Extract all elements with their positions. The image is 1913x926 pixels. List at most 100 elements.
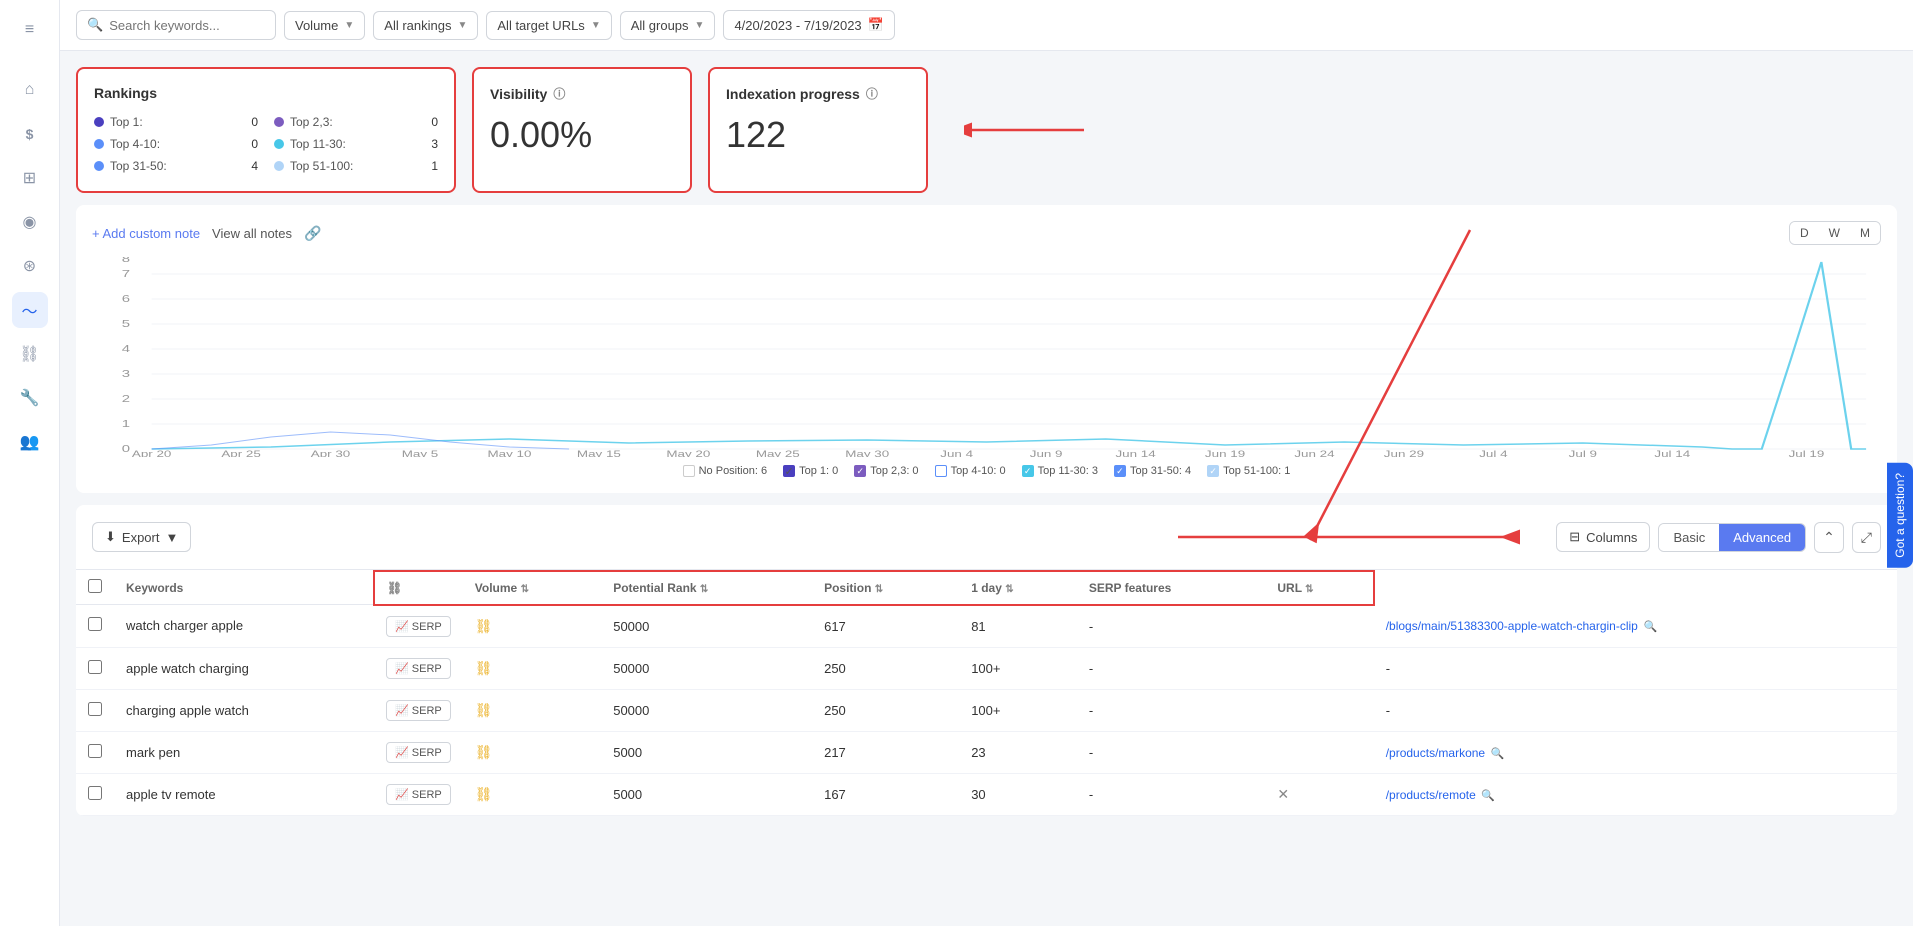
share-icon[interactable]: 🔗: [304, 225, 321, 242]
top3150-legend-box[interactable]: ✓: [1114, 465, 1126, 477]
legend-top3150[interactable]: ✓ Top 31-50: 4: [1114, 465, 1191, 477]
export-button[interactable]: ⬇ Export ▼: [92, 522, 191, 552]
search-icon[interactable]: 🔍: [1491, 748, 1505, 760]
keyword-text: charging apple watch: [126, 703, 249, 718]
urls-filter[interactable]: All target URLs ▼: [486, 11, 611, 40]
serp-button[interactable]: 📈 SERP: [386, 742, 451, 763]
select-all-header: [76, 571, 114, 605]
wrench-icon[interactable]: 🔧: [12, 380, 48, 416]
cross-icon: ✕: [1277, 786, 1289, 802]
top410-legend-label: Top 4-10: 0: [951, 465, 1006, 477]
keyword-cell: charging apple watch: [114, 689, 374, 731]
svg-text:May 15: May 15: [577, 450, 621, 457]
svg-text:5: 5: [122, 318, 130, 329]
visibility-info-icon[interactable]: ⓘ: [553, 85, 565, 102]
link-icon: ⛓: [475, 786, 493, 802]
svg-text:Jun 29: Jun 29: [1384, 450, 1424, 457]
url-link[interactable]: /blogs/main/51383300-apple-watch-chargin…: [1386, 619, 1638, 633]
fullscreen-button[interactable]: ⤢: [1852, 522, 1881, 553]
serp-button[interactable]: 📈 SERP: [386, 616, 451, 637]
users-icon[interactable]: 👥: [12, 424, 48, 460]
volume-filter[interactable]: Volume ▼: [284, 11, 365, 40]
row-checkbox[interactable]: [88, 744, 102, 758]
top1-legend-label: Top 1: 0: [799, 465, 838, 477]
top410-legend-box[interactable]: [935, 465, 947, 477]
position-cell: 30: [959, 773, 1077, 815]
wave-icon[interactable]: 〜: [12, 292, 48, 328]
search-input[interactable]: [109, 18, 265, 33]
select-all-checkbox[interactable]: [88, 579, 102, 593]
potential-rank-cell: 250: [812, 689, 959, 731]
collapse-button[interactable]: ⌃: [1814, 522, 1844, 553]
no-position-label: No Position: 6: [699, 465, 767, 477]
serp-button[interactable]: 📈 SERP: [386, 784, 451, 805]
indexation-title: Indexation progress ⓘ: [726, 85, 910, 102]
date-range-picker[interactable]: 4/20/2023 - 7/19/2023 📅: [723, 10, 894, 40]
search-icon[interactable]: 🔍: [1481, 790, 1495, 802]
keyword-cell: mark pen: [114, 731, 374, 773]
grid-icon[interactable]: ⊞: [12, 160, 48, 196]
chevron-down-icon: ▼: [591, 20, 601, 31]
legend-top51100[interactable]: ✓ Top 51-100: 1: [1207, 465, 1290, 477]
indexation-value: 122: [726, 114, 910, 156]
legend-top410[interactable]: Top 4-10: 0: [935, 465, 1006, 477]
no-position-checkbox[interactable]: [683, 465, 695, 477]
svg-text:Jun 14: Jun 14: [1115, 450, 1156, 457]
home-icon[interactable]: ⌂: [12, 72, 48, 108]
export-icon: ⬇: [105, 529, 116, 545]
url-link[interactable]: /products/remote: [1386, 788, 1476, 802]
chevron-down-icon: ▼: [344, 20, 354, 31]
url-link[interactable]: /products/markone: [1386, 746, 1485, 760]
indexation-info-icon[interactable]: ⓘ: [866, 85, 878, 102]
menu-icon[interactable]: ≡: [12, 12, 48, 48]
table-row: apple watch charging 📈 SERP ⛓ 50000 250 …: [76, 647, 1897, 689]
legend-top1130[interactable]: ✓ Top 11-30: 3: [1022, 465, 1098, 477]
chart-icon[interactable]: ◉: [12, 204, 48, 240]
svg-text:May 25: May 25: [756, 450, 800, 457]
week-period-button[interactable]: W: [1819, 222, 1850, 244]
main-content: 🔍 Volume ▼ All rankings ▼ All target URL…: [60, 0, 1913, 926]
day-period-button[interactable]: D: [1790, 222, 1819, 244]
rankings-filter[interactable]: All rankings ▼: [373, 11, 478, 40]
search-icon[interactable]: 🔍: [1643, 621, 1657, 633]
columns-button[interactable]: ⊟ Columns: [1556, 522, 1650, 552]
top1130-legend-box[interactable]: ✓: [1022, 465, 1034, 477]
top3150-legend-label: Top 31-50: 4: [1130, 465, 1191, 477]
top410-label: Top 4-10:: [110, 137, 245, 151]
dollar-icon[interactable]: $: [12, 116, 48, 152]
top23-legend-box[interactable]: ✓: [854, 465, 866, 477]
keyword-cell: apple watch charging: [114, 647, 374, 689]
serp-button[interactable]: 📈 SERP: [386, 658, 451, 679]
one-day-header: 1 day ⇅: [959, 571, 1077, 605]
top51100-legend-box[interactable]: ✓: [1207, 465, 1219, 477]
search-box[interactable]: 🔍: [76, 10, 276, 40]
row-checkbox-cell: [76, 605, 114, 648]
link-icon: ⛓: [475, 660, 493, 676]
volume-cell: 5000: [601, 731, 812, 773]
legend-no-position[interactable]: No Position: 6: [683, 465, 767, 477]
got-question-button[interactable]: Got a question?: [1887, 463, 1913, 568]
svg-text:May 10: May 10: [487, 450, 531, 457]
add-note-button[interactable]: + Add custom note: [92, 226, 200, 241]
advanced-view-button[interactable]: Advanced: [1719, 524, 1805, 551]
month-period-button[interactable]: M: [1850, 222, 1880, 244]
keyword-cell: apple tv remote: [114, 773, 374, 815]
keywords-table: Keywords ⛓ Volume ⇅ Potential Rank ⇅ Pos: [76, 570, 1897, 816]
legend-top1[interactable]: ✓ Top 1: 0: [783, 465, 838, 477]
link2-icon[interactable]: ⛓: [12, 336, 48, 372]
row-checkbox[interactable]: [88, 660, 102, 674]
position-header: Position ⇅: [812, 571, 959, 605]
view-notes-button[interactable]: View all notes: [212, 226, 292, 241]
row-checkbox[interactable]: [88, 702, 102, 716]
position-cell: 23: [959, 731, 1077, 773]
row-checkbox[interactable]: [88, 617, 102, 631]
top1-legend-box[interactable]: ✓: [783, 465, 795, 477]
serp-button[interactable]: 📈 SERP: [386, 700, 451, 721]
basic-view-button[interactable]: Basic: [1659, 524, 1719, 551]
groups-filter[interactable]: All groups ▼: [620, 11, 716, 40]
content-area: Rankings Top 1: 0 Top 2,3: 0: [60, 51, 1913, 926]
target-icon[interactable]: ⊛: [12, 248, 48, 284]
row-checkbox[interactable]: [88, 786, 102, 800]
legend-top23[interactable]: ✓ Top 2,3: 0: [854, 465, 918, 477]
calendar-icon: 📅: [868, 17, 884, 33]
